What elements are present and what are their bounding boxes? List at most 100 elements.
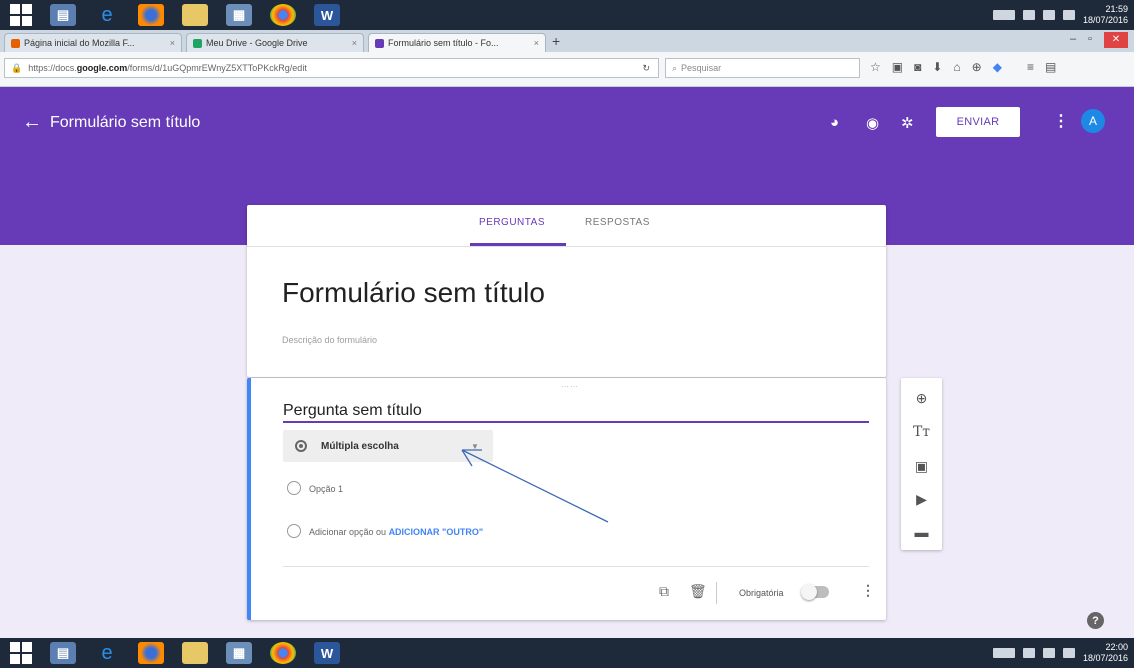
drag-handle-icon[interactable]: ⋯⋯ xyxy=(561,382,579,391)
browser-tab-drive[interactable]: Meu Drive - Google Drive × xyxy=(186,33,364,52)
addon-icon[interactable]: ⊕ xyxy=(972,60,982,74)
add-image-icon[interactable]: ▣ xyxy=(901,458,942,475)
pocket-icon[interactable]: ◙ xyxy=(914,60,921,74)
volume-icon[interactable] xyxy=(1062,648,1075,658)
question-footer-divider xyxy=(283,566,869,567)
question-type-label: Múltipla escolha xyxy=(321,441,399,452)
window-restore-button[interactable]: ▫ xyxy=(1088,33,1092,45)
file-explorer-icon[interactable]: ▤ xyxy=(50,642,76,664)
reload-icon[interactable]: ↻ xyxy=(642,63,650,74)
chrome-icon[interactable] xyxy=(270,642,296,664)
calculator-icon[interactable]: ▦ xyxy=(226,642,252,664)
required-toggle[interactable] xyxy=(801,584,829,600)
add-video-icon[interactable]: ▶ xyxy=(901,491,942,508)
search-input[interactable]: ⌕ Pesquisar xyxy=(665,58,860,78)
menu-icon[interactable]: ≡ xyxy=(1027,60,1034,74)
tab-label: Meu Drive - Google Drive xyxy=(206,38,308,48)
forms-favicon-icon xyxy=(375,38,384,48)
home-icon[interactable]: ⌂ xyxy=(953,60,960,74)
flag-icon[interactable] xyxy=(1022,10,1035,20)
tab-close-icon[interactable]: × xyxy=(166,38,175,48)
question-title-input[interactable]: Pergunta sem título xyxy=(283,402,422,420)
chrome-icon[interactable] xyxy=(270,4,296,26)
question-title-underline xyxy=(283,421,869,423)
delete-trash-icon[interactable]: 🗑 xyxy=(689,583,707,600)
toolbar-icons: ☆ ▣ ◙ ⬇ ⌂ ⊕ ◆ ≡ ▤ xyxy=(870,60,1056,74)
tab-close-icon[interactable]: × xyxy=(530,38,539,48)
browser-tab-mozilla[interactable]: Página inicial do Mozilla F... × xyxy=(4,33,182,52)
avatar[interactable]: A xyxy=(1081,109,1105,133)
download-icon[interactable]: ⬇ xyxy=(932,60,942,74)
tab-questions[interactable]: PERGUNTAS xyxy=(479,217,545,228)
question-more-icon[interactable]: ⋮ xyxy=(861,582,875,599)
annotation-arrow xyxy=(461,449,609,523)
search-placeholder: Pesquisar xyxy=(681,63,722,73)
add-section-icon[interactable]: ▬ xyxy=(901,524,942,540)
word-icon[interactable]: W xyxy=(314,642,340,664)
back-arrow-icon[interactable]: ← xyxy=(22,112,42,132)
form-title[interactable]: Formulário sem título xyxy=(282,277,545,309)
extension-icon[interactable]: ◆ xyxy=(993,60,1002,74)
clock[interactable]: 22:00 18/07/2016 xyxy=(1083,642,1128,664)
calculator-icon[interactable]: ▦ xyxy=(226,4,252,26)
settings-gear-icon[interactable]: ✲ xyxy=(901,114,914,132)
windows-start-icon[interactable] xyxy=(10,4,32,26)
library-icon[interactable]: ▣ xyxy=(892,60,903,74)
internet-explorer-icon[interactable]: e xyxy=(94,642,120,664)
palette-icon[interactable]: ◕ xyxy=(830,114,839,131)
windows-start-icon[interactable] xyxy=(10,642,32,664)
folder-icon[interactable] xyxy=(182,642,208,664)
more-options-icon[interactable]: ⋮ xyxy=(1053,111,1069,131)
option-1-input[interactable]: Opção 1 xyxy=(309,484,343,494)
url-domain: google.com xyxy=(76,63,128,73)
url-prefix: https://docs. xyxy=(28,63,77,73)
network-icon[interactable] xyxy=(1042,648,1055,658)
word-icon[interactable]: W xyxy=(314,4,340,26)
add-or-text: ou xyxy=(373,527,389,537)
clock[interactable]: 21:59 18/07/2016 xyxy=(1083,4,1128,26)
browser-nav-bar: 🔒 https://docs. google.com/forms/d/1uGQpm… xyxy=(0,52,1134,87)
browser-tab-forms[interactable]: Formulário sem título - Fo... × xyxy=(368,33,546,52)
header-form-title[interactable]: Formulário sem título xyxy=(50,114,200,132)
network-icon[interactable] xyxy=(1042,10,1055,20)
multiple-choice-icon xyxy=(295,440,307,452)
mozilla-favicon-icon xyxy=(11,38,20,48)
flag-icon[interactable] xyxy=(1022,648,1035,658)
option-radio-icon xyxy=(287,481,301,495)
url-path: /forms/d/1uGQpmrEWnyZ5XTToPKckRg/edit xyxy=(127,63,307,73)
keyboard-icon[interactable] xyxy=(992,10,1015,20)
keyboard-icon[interactable] xyxy=(992,648,1015,658)
sidebar-icon[interactable]: ▤ xyxy=(1045,60,1056,74)
firefox-icon[interactable] xyxy=(138,642,164,664)
add-option-link[interactable]: Adicionar opção xyxy=(309,527,374,537)
file-explorer-icon[interactable]: ▤ xyxy=(50,4,76,26)
add-title-icon[interactable]: Tт xyxy=(901,424,942,440)
add-option-radio-icon xyxy=(287,524,301,538)
system-tray: 22:00 18/07/2016 xyxy=(992,642,1134,664)
question-side-toolbar: ⊕ Tт ▣ ▶ ▬ xyxy=(901,378,942,550)
clock-date: 18/07/2016 xyxy=(1082,15,1128,25)
firefox-icon[interactable] xyxy=(138,4,164,26)
bookmark-star-icon[interactable]: ☆ xyxy=(870,60,881,74)
internet-explorer-icon[interactable]: e xyxy=(94,4,120,26)
preview-eye-icon[interactable]: ◉ xyxy=(866,114,879,132)
send-button[interactable]: ENVIAR xyxy=(936,107,1020,137)
form-description-field[interactable]: Descrição do formulário xyxy=(282,335,377,345)
clock-date: 18/07/2016 xyxy=(1082,653,1128,663)
new-tab-button[interactable]: + xyxy=(552,33,560,49)
window-close-button[interactable]: ✕ xyxy=(1104,32,1128,48)
window-minimize-button[interactable]: – xyxy=(1070,33,1076,45)
url-bar[interactable]: 🔒 https://docs. google.com/forms/d/1uGQpm… xyxy=(4,58,659,78)
browser-tab-bar: Página inicial do Mozilla F... × Meu Dri… xyxy=(0,30,1134,52)
duplicate-icon[interactable]: ⧉ xyxy=(659,583,669,600)
windows-taskbar-top: ▤ e ▦ W 21:59 18/07/2016 xyxy=(0,0,1134,30)
add-question-icon[interactable]: ⊕ xyxy=(901,390,942,407)
folder-icon[interactable] xyxy=(182,4,208,26)
volume-icon[interactable] xyxy=(1062,10,1075,20)
tab-responses[interactable]: RESPOSTAS xyxy=(585,217,650,228)
tab-label: Página inicial do Mozilla F... xyxy=(24,38,135,48)
form-header-card: PERGUNTAS RESPOSTAS Formulário sem títul… xyxy=(247,205,886,377)
search-icon: ⌕ xyxy=(672,62,678,73)
tab-close-icon[interactable]: × xyxy=(348,38,357,48)
help-icon[interactable]: ? xyxy=(1087,612,1104,629)
